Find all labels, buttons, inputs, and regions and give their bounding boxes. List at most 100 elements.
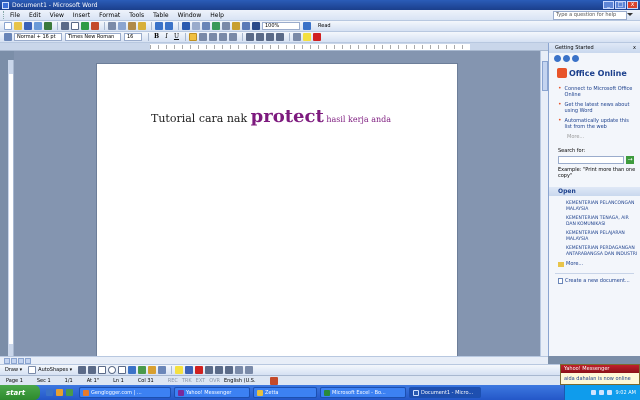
pane-close-button[interactable]: x	[633, 43, 636, 53]
quick-launch-icon[interactable]	[66, 389, 73, 396]
clip-art-icon[interactable]	[148, 366, 157, 374]
line-spacing-icon[interactable]	[229, 33, 237, 41]
vertical-ruler[interactable]	[8, 60, 14, 356]
taskbar-button-excel[interactable]: Microsoft Excel - Bo...	[320, 387, 406, 398]
3d-icon[interactable]	[245, 366, 254, 374]
menu-file[interactable]: File	[10, 12, 20, 19]
draw-menu[interactable]: Draw ▾	[5, 367, 22, 373]
menu-window[interactable]: Window	[178, 12, 202, 19]
font-select[interactable]: Times New Roman	[65, 33, 121, 41]
cut-icon[interactable]	[108, 22, 116, 30]
forward-icon[interactable]	[563, 55, 570, 62]
tray-network-icon[interactable]	[591, 390, 597, 395]
underline-button[interactable]: U	[172, 33, 181, 41]
taskbar-button-zetta[interactable]: Zetta	[253, 387, 317, 398]
yahoo-notification[interactable]: Yahoo! Messenger aida dahalan is now onl…	[560, 364, 640, 385]
menu-grip-handle[interactable]	[3, 11, 6, 19]
spelling-icon[interactable]	[81, 22, 89, 30]
tables-borders-icon[interactable]	[192, 22, 200, 30]
insert-excel-icon[interactable]	[212, 22, 220, 30]
align-left-icon[interactable]	[189, 33, 197, 41]
quick-launch-icon[interactable]	[46, 389, 53, 396]
status-trk[interactable]: TRK	[182, 378, 192, 384]
text-box-icon[interactable]	[118, 366, 127, 374]
decrease-indent-icon[interactable]	[266, 33, 274, 41]
minimize-button[interactable]: _	[603, 1, 614, 9]
open-more-link[interactable]: More...	[558, 261, 640, 267]
menu-table[interactable]: Table	[153, 12, 169, 19]
menu-help[interactable]: Help	[210, 12, 224, 19]
line-style-icon[interactable]	[205, 366, 214, 374]
outside-border-icon[interactable]	[293, 33, 301, 41]
document-map-icon[interactable]	[242, 22, 250, 30]
undo-icon[interactable]	[155, 22, 163, 30]
numbering-icon[interactable]	[246, 33, 254, 41]
search-input[interactable]	[558, 156, 624, 164]
styles-formatting-icon[interactable]	[4, 33, 12, 41]
menu-view[interactable]: View	[50, 12, 64, 19]
notification-body[interactable]: aida dahalan is now online	[561, 373, 639, 385]
tray-volume-icon[interactable]	[599, 390, 605, 395]
status-ovr[interactable]: OVR	[209, 378, 220, 384]
highlight-icon[interactable]	[303, 33, 311, 41]
recent-file-item[interactable]: KEMENTERIAN TENAGA, AIR DAN KOMUNIKASI	[566, 216, 638, 228]
redo-icon[interactable]	[165, 22, 173, 30]
more-link[interactable]: More...	[567, 134, 640, 140]
autoshapes-menu[interactable]: AutoShapes ▾	[38, 367, 72, 373]
print-icon[interactable]	[61, 22, 69, 30]
justify-icon[interactable]	[219, 33, 227, 41]
search-go-button[interactable]: →	[626, 156, 634, 164]
research-icon[interactable]	[91, 22, 99, 30]
word-app-icon[interactable]	[2, 1, 9, 9]
recent-file-item[interactable]: KEMENTERIAN PELAJARAN MALAYSIA	[566, 231, 638, 243]
maximize-button[interactable]: □	[615, 1, 626, 9]
document-page[interactable]: Tutorial cara nak protect hasil kerja an…	[96, 63, 458, 359]
horizontal-ruler[interactable]	[0, 43, 548, 51]
home-icon[interactable]	[572, 55, 579, 62]
help-search-input[interactable]: Type a question for help	[553, 11, 627, 20]
font-color-icon[interactable]	[313, 33, 321, 41]
horizontal-scrollbar[interactable]	[0, 356, 548, 364]
document-text-line[interactable]: Tutorial cara nak protect hasil kerja an…	[151, 106, 391, 127]
rectangle-icon[interactable]	[98, 366, 107, 374]
align-right-icon[interactable]	[209, 33, 217, 41]
email-icon[interactable]	[44, 22, 52, 30]
diagram-icon[interactable]	[138, 366, 147, 374]
copy-icon[interactable]	[118, 22, 126, 30]
spelling-status-icon[interactable]	[269, 376, 278, 385]
status-rec[interactable]: REC	[168, 378, 178, 384]
open-folder-icon[interactable]	[14, 22, 22, 30]
vertical-scrollbar[interactable]	[540, 51, 548, 356]
bold-button[interactable]: B	[152, 33, 161, 41]
show-hide-icon[interactable]	[252, 22, 260, 30]
picture-icon[interactable]	[158, 366, 167, 374]
link-auto-update[interactable]: • Automatically update this list from the…	[558, 118, 634, 131]
arrow-style-icon[interactable]	[225, 366, 234, 374]
text-hasil-kerja[interactable]: hasil kerja anda	[324, 115, 391, 124]
insert-table-icon[interactable]	[202, 22, 210, 30]
close-button[interactable]: x	[627, 1, 638, 9]
font-size-select[interactable]: 16	[124, 33, 142, 41]
increase-indent-icon[interactable]	[276, 33, 284, 41]
italic-button[interactable]: I	[162, 33, 171, 41]
back-icon[interactable]	[554, 55, 561, 62]
help-icon[interactable]	[303, 22, 311, 30]
link-latest-news[interactable]: • Get the latest news about using Word	[558, 102, 634, 115]
status-ext[interactable]: EXT	[196, 378, 206, 384]
oval-icon[interactable]	[108, 366, 117, 374]
drawing-icon[interactable]	[232, 22, 240, 30]
create-new-document-link[interactable]: Create a new document...	[558, 278, 640, 284]
taskbar-button-word[interactable]: Document1 - Micro...	[409, 387, 481, 398]
help-dropdown-icon[interactable]	[627, 13, 633, 16]
wordart-icon[interactable]	[128, 366, 137, 374]
text-protect[interactable]: protect	[251, 106, 324, 127]
dash-style-icon[interactable]	[215, 366, 224, 374]
start-button[interactable]: start	[0, 385, 40, 400]
save-icon[interactable]	[24, 22, 32, 30]
zoom-select[interactable]: 100%	[262, 22, 300, 30]
recent-file-item[interactable]: KEMENTERIAN PERDAGANGAN ANTARABANGSA DAN…	[566, 246, 638, 258]
arrow-icon[interactable]	[88, 366, 97, 374]
permission-icon[interactable]	[34, 22, 42, 30]
draw-font-color-icon[interactable]	[195, 366, 204, 374]
recent-file-item[interactable]: KEMENTERIAN PELANCONGAN MALAYSIA	[566, 201, 638, 213]
